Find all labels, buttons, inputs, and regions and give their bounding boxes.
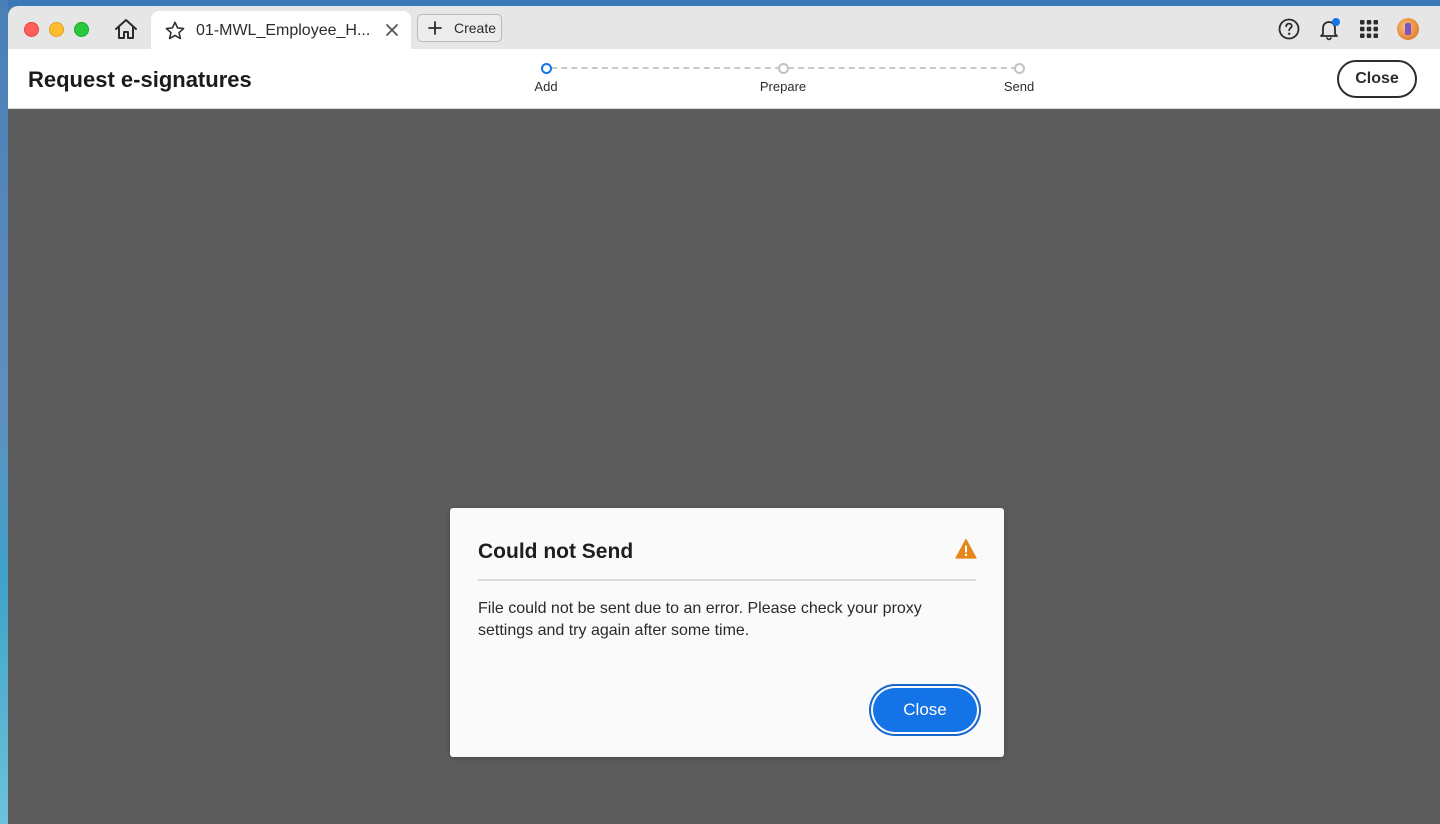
- avatar[interactable]: [1397, 18, 1419, 40]
- window-minimize-button[interactable]: [49, 22, 64, 37]
- window-close-button[interactable]: [24, 22, 39, 37]
- app-window: 01-MWL_Employee_H... Create Request e-si…: [8, 6, 1440, 824]
- title-bar: 01-MWL_Employee_H... Create: [8, 6, 1440, 49]
- home-icon: [115, 19, 137, 39]
- step-send-label: Send: [1003, 79, 1035, 94]
- notification-badge: [1332, 18, 1340, 26]
- dialog-title: Could not Send: [478, 540, 634, 563]
- apps-grid-icon[interactable]: [1357, 17, 1381, 41]
- dialog-message: File could not be sent due to an error. …: [478, 600, 922, 639]
- document-tab[interactable]: 01-MWL_Employee_H...: [151, 11, 411, 49]
- desktop-background: [0, 0, 8, 824]
- dialog-divider: [478, 579, 976, 581]
- create-button[interactable]: Create: [417, 14, 502, 42]
- step-prepare-label: Prepare: [759, 79, 807, 94]
- plus-icon: [428, 21, 442, 35]
- warning-icon: [955, 538, 977, 559]
- star-icon[interactable]: [164, 20, 186, 42]
- error-dialog: Could not Send File could not be sent du…: [450, 508, 1004, 757]
- dialog-close-button[interactable]: Close: [873, 688, 977, 732]
- stepper-connector: [788, 67, 1017, 69]
- step-prepare-marker: [778, 63, 789, 74]
- close-icon[interactable]: [383, 21, 401, 39]
- create-label: Create: [454, 20, 497, 36]
- help-icon[interactable]: [1277, 17, 1301, 41]
- step-add-marker: [541, 63, 552, 74]
- stepper-connector: [551, 67, 781, 69]
- page-header: Request e-signatures Add Prepare Send Cl…: [8, 49, 1440, 109]
- header-close-button[interactable]: Close: [1337, 60, 1417, 98]
- tab-title: 01-MWL_Employee_H...: [196, 22, 371, 39]
- window-zoom-button[interactable]: [74, 22, 89, 37]
- step-send-marker: [1014, 63, 1025, 74]
- home-button[interactable]: [112, 16, 140, 42]
- step-add-label: Add: [534, 79, 558, 94]
- page-title: Request e-signatures: [28, 67, 252, 92]
